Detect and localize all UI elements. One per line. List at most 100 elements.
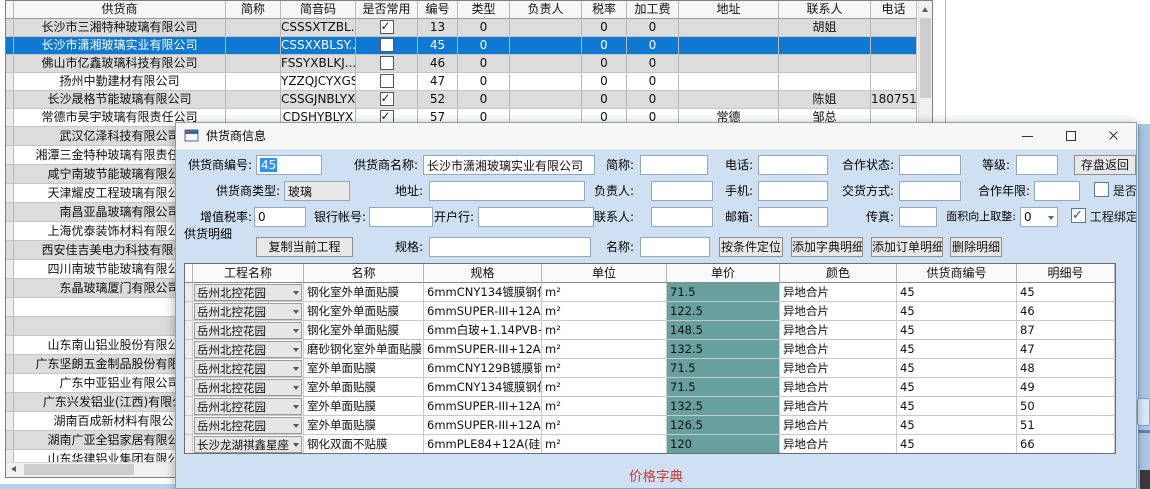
minimize-button[interactable] <box>1006 123 1049 148</box>
grade-field[interactable] <box>1016 155 1058 175</box>
cell-unit: m² <box>542 359 667 378</box>
cell-supplier-no: 45 <box>897 283 1017 302</box>
delete-detail-button[interactable]: 删除明细 <box>950 237 1002 257</box>
cell-addr <box>679 55 779 73</box>
bank-account-field[interactable] <box>369 207 433 227</box>
mobile-field[interactable] <box>758 181 828 201</box>
cell-project: 岳州北控花园 <box>193 283 304 302</box>
project-combo-arrow-icon[interactable] <box>293 367 299 371</box>
detail-row[interactable]: 长沙龙湖祺鑫星座钢化双面不贴膜6mmPLE84+12A(硅酮胶...m²120异… <box>185 435 1115 454</box>
cell-price: 126.5 <box>667 416 780 435</box>
project-bind-checkbox[interactable] <box>1071 208 1086 223</box>
project-combo[interactable]: 长沙龙湖祺鑫星座 <box>194 436 302 453</box>
project-combo-arrow-icon[interactable] <box>293 405 299 409</box>
contact-field[interactable] <box>651 207 713 227</box>
cell-detail-no: 47 <box>1017 340 1115 359</box>
horizontal-scroll-thumb[interactable] <box>24 464 134 475</box>
project-combo-arrow-icon[interactable] <box>293 424 299 428</box>
row-header-corner <box>6 1 14 19</box>
screen: 供货商简称简音码是否常用编号类型负责人税率加工费地址联系人电话 长沙市三湘特种玻… <box>0 0 1150 489</box>
column-header: 简称 <box>226 1 281 19</box>
supplier-name-field[interactable] <box>423 155 595 175</box>
supplier-row[interactable]: 扬州中勤建材有限公司YZZQJCYXGS47000 <box>6 73 917 91</box>
cell-color: 异地合片 <box>780 378 897 397</box>
detail-row[interactable]: 岳州北控花园室外单面贴膜6mmSUPER-III+12A(硅...m²132.5… <box>185 397 1115 416</box>
project-combo[interactable]: 岳州北控花园 <box>194 379 302 396</box>
delivery-field[interactable] <box>899 181 961 201</box>
row-header-cell <box>6 37 14 55</box>
name-filter-input[interactable] <box>640 237 710 257</box>
dialog-titlebar[interactable]: 供货商信息 <box>176 123 1136 150</box>
grid-column-header: 单价 <box>667 264 780 283</box>
row-header-cell <box>6 317 14 336</box>
bank-field[interactable] <box>478 207 594 227</box>
cell-abbr <box>226 91 281 109</box>
fax-field[interactable] <box>899 207 937 227</box>
abbr-label: 简称: <box>600 155 634 175</box>
is-common-checkbox[interactable] <box>1094 182 1109 197</box>
coop-status-field[interactable] <box>899 155 961 175</box>
phone-field[interactable] <box>758 155 828 175</box>
close-button[interactable] <box>1092 123 1135 148</box>
common-checkbox[interactable] <box>380 38 394 52</box>
maximize-button[interactable] <box>1049 123 1092 148</box>
project-combo[interactable]: 岳州北控花园 <box>194 284 302 301</box>
project-combo-text: 岳州北控花园 <box>197 305 291 319</box>
project-combo-arrow-icon[interactable] <box>293 386 299 390</box>
copy-current-project-button[interactable]: 复制当前工程 <box>256 237 353 257</box>
detail-row[interactable]: 岳州北控花园室外单面贴膜6mmSUPER-III+12A(硅...m²126.5… <box>185 416 1115 435</box>
address-field[interactable] <box>429 181 585 201</box>
project-combo[interactable]: 岳州北控花园 <box>194 303 302 320</box>
detail-row[interactable]: 岳州北控花园磨砂钢化室外单面贴膜6mmSUPER-III+12A(硅...m²1… <box>185 340 1115 359</box>
detail-row[interactable]: 岳州北控花园钢化室外单面贴膜6mmCNY134镀膜钢化m²71.5异地合片454… <box>185 283 1115 302</box>
detail-row[interactable]: 岳州北控花园钢化室外单面贴膜6mmSUPER-III+12A(硅...m²122… <box>185 302 1115 321</box>
common-checkbox[interactable] <box>380 56 394 70</box>
locate-by-condition-button[interactable]: 按条件定位 <box>719 237 783 257</box>
project-combo-arrow-icon[interactable] <box>293 310 299 314</box>
common-checkbox[interactable] <box>380 20 394 34</box>
project-combo-arrow-icon[interactable] <box>293 443 299 447</box>
add-order-detail-button[interactable]: 添加订单明细 <box>871 237 943 257</box>
row-header-cell <box>6 298 14 317</box>
supplier-row[interactable]: 长沙晟格节能玻璃有限公司CSSGJNBLYXGS52000陈姐180751 <box>6 91 917 109</box>
vat-field[interactable] <box>254 207 306 227</box>
project-combo-arrow-icon[interactable] <box>293 329 299 333</box>
project-combo[interactable]: 岳州北控花园 <box>194 360 302 377</box>
cell-detail-no: 66 <box>1017 435 1115 454</box>
project-combo-arrow-icon[interactable] <box>293 291 299 295</box>
abbr-field[interactable] <box>640 155 708 175</box>
detail-row[interactable]: 岳州北控花园钢化室外单面贴膜6mm白玻+1.14PVB+6mm...m²148.… <box>185 321 1115 340</box>
supplier-no-field[interactable]: 45 <box>256 155 322 175</box>
project-combo-arrow-icon[interactable] <box>293 348 299 352</box>
cell-price: 120 <box>667 435 780 454</box>
manager-field[interactable] <box>651 181 713 201</box>
supplier-row[interactable]: 佛山市亿鑫玻璃科技有限公司FSSYXBLKJ...46000 <box>6 55 917 73</box>
coop-years-field[interactable] <box>1034 181 1080 201</box>
email-field[interactable] <box>758 207 828 227</box>
project-combo[interactable]: 岳州北控花园 <box>194 341 302 358</box>
add-dictionary-detail-button[interactable]: 添加字典明细 <box>791 237 863 257</box>
supplier-name-label: 供货商名称: <box>326 155 418 175</box>
vertical-scroll-thumb[interactable] <box>920 18 931 98</box>
project-combo[interactable]: 岳州北控花园 <box>194 398 302 415</box>
spec-filter-input[interactable] <box>429 237 591 257</box>
cell-id: 13 <box>418 19 458 37</box>
cell-unit: m² <box>542 283 667 302</box>
project-combo[interactable]: 岳州北控花园 <box>194 417 302 434</box>
scroll-up-icon[interactable] <box>922 7 928 12</box>
row-header-cell <box>6 19 14 37</box>
detail-row[interactable]: 岳州北控花园室外单面贴膜6mmCNY129B镀膜钢化m²71.5异地合片4548 <box>185 359 1115 378</box>
supplier-row[interactable]: 长沙市潇湘玻璃实业有限公司CSSXXBLSY...45000 <box>6 37 917 55</box>
supplier-type-field[interactable] <box>284 181 350 201</box>
cell-phone <box>871 19 917 37</box>
row-header-cell <box>6 260 14 279</box>
common-checkbox[interactable] <box>380 74 394 88</box>
grid-row-header-cell <box>185 435 193 454</box>
area-round-combo[interactable]: 0 <box>1020 207 1058 227</box>
supplier-row[interactable]: 长沙市三湘特种玻璃有限公司CSSSXTZBL...13000胡姐 <box>6 19 917 37</box>
common-checkbox[interactable] <box>380 92 394 106</box>
save-return-button[interactable]: 存盘返回 <box>1074 155 1136 175</box>
project-combo[interactable]: 岳州北控花园 <box>194 322 302 339</box>
detail-row[interactable]: 岳州北控花园室外单面贴膜6mmCNY134镀膜钢化m²71.5异地合片4549 <box>185 378 1115 397</box>
scroll-left-icon[interactable] <box>11 466 16 472</box>
